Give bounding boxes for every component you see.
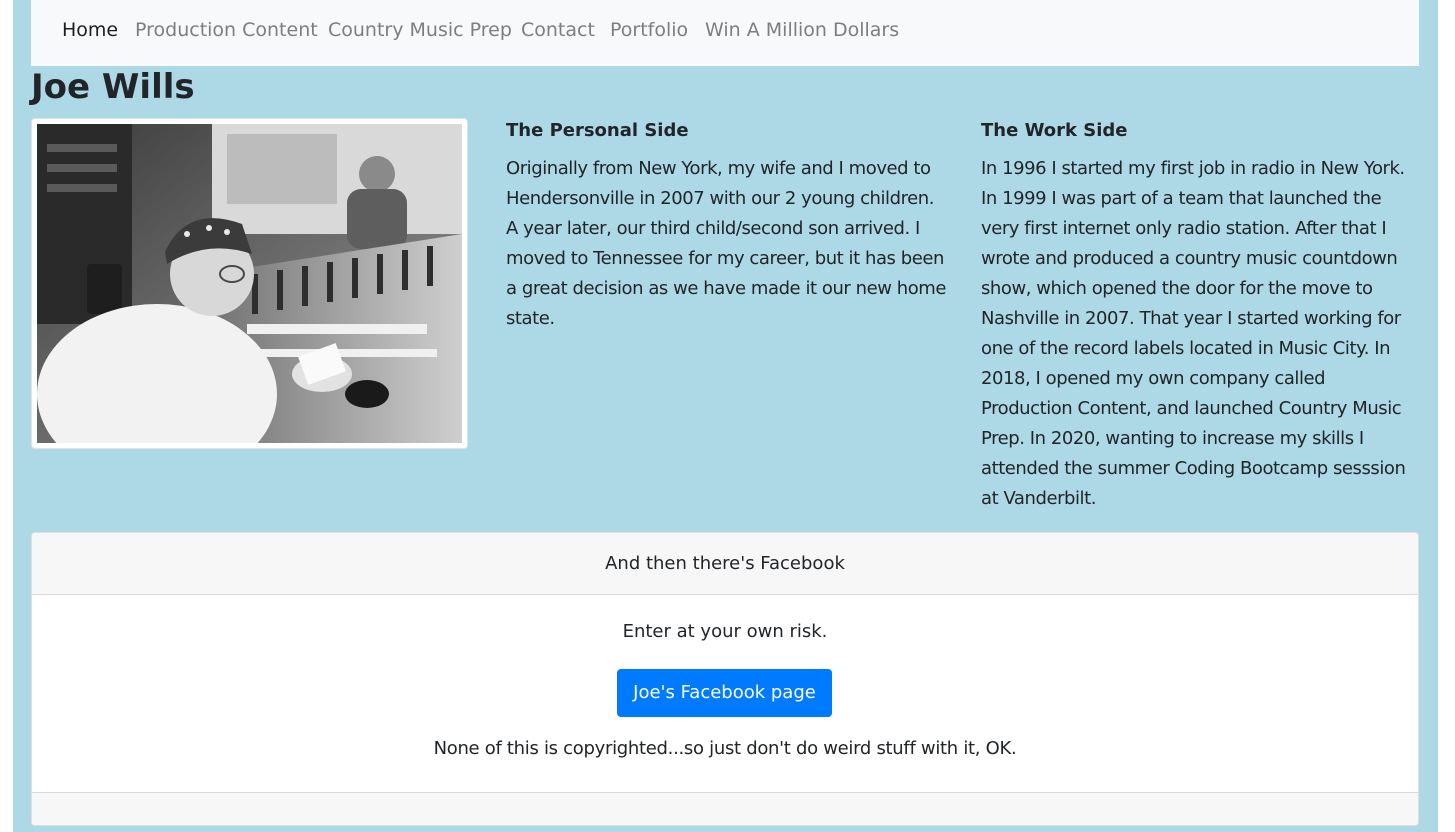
page-title: Joe Wills bbox=[31, 67, 195, 107]
facebook-card-footer bbox=[32, 792, 1418, 825]
nav-item-win-a-million-dollars[interactable]: Win A Million Dollars bbox=[705, 19, 899, 41]
page-container: Home Production Content Country Music Pr… bbox=[13, 0, 1438, 832]
work-heading: The Work Side bbox=[981, 120, 1128, 141]
facebook-card: And then there's Facebook Enter at your … bbox=[31, 532, 1419, 826]
personal-heading: The Personal Side bbox=[506, 120, 689, 141]
profile-photo-frame bbox=[31, 118, 468, 449]
facebook-card-body: Enter at your own risk. Joe's Facebook p… bbox=[32, 595, 1418, 792]
nav-item-home[interactable]: Home bbox=[62, 19, 118, 41]
work-body: In 1996 I started my first job in radio … bbox=[981, 158, 1406, 509]
profile-photo bbox=[37, 124, 462, 443]
nav-item-portfolio[interactable]: Portfolio bbox=[610, 19, 688, 41]
nav-item-country-music-prep[interactable]: Country Music Prep bbox=[328, 19, 512, 41]
facebook-page-button[interactable]: Joe's Facebook page bbox=[617, 669, 832, 717]
personal-section: The Personal Side Originally from New Yo… bbox=[506, 118, 946, 334]
facebook-card-text: Enter at your own risk. bbox=[622, 621, 828, 642]
personal-body: Originally from New York, my wife and I … bbox=[506, 158, 946, 329]
facebook-card-header: And then there's Facebook bbox=[32, 533, 1418, 595]
work-section: The Work Side In 1996 I started my first… bbox=[981, 118, 1421, 514]
nav-item-production-content[interactable]: Production Content bbox=[135, 19, 318, 41]
navbar: Home Production Content Country Music Pr… bbox=[31, 0, 1419, 66]
copyright-note: None of this is copyrighted...so just do… bbox=[433, 738, 1017, 759]
nav-item-contact[interactable]: Contact bbox=[521, 19, 595, 41]
